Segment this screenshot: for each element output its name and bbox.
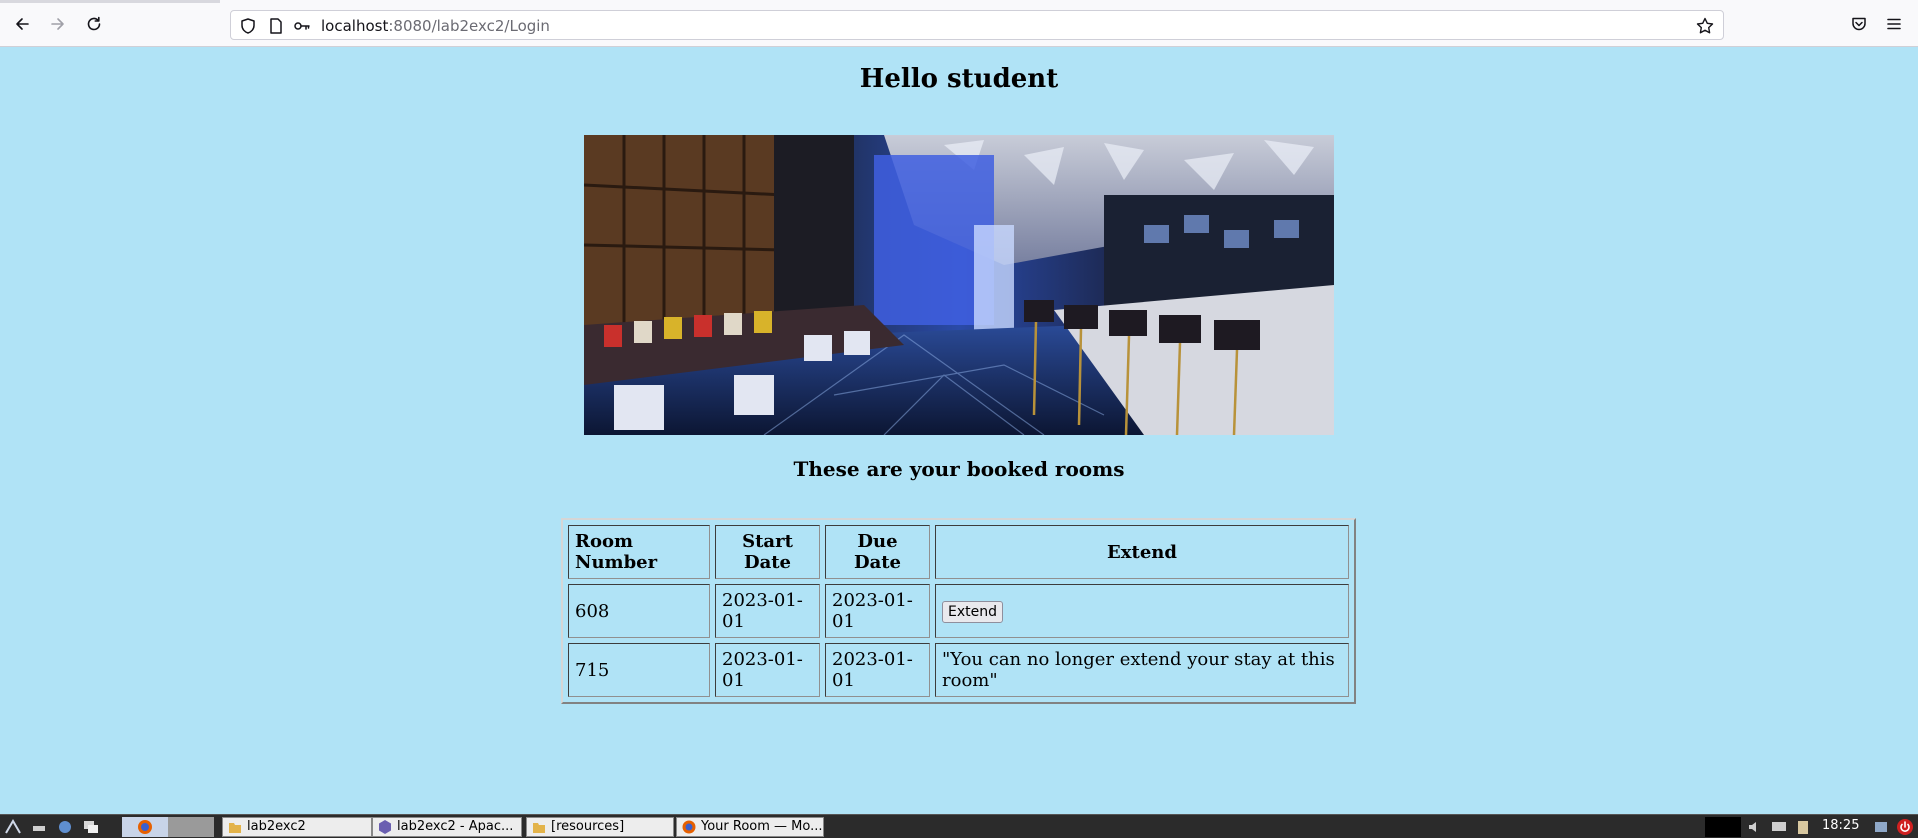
forward-button[interactable] <box>44 10 72 38</box>
power-icon[interactable] <box>1896 818 1914 836</box>
due-date-cell: 2023-01-01 <box>825 643 930 697</box>
page-icon[interactable] <box>267 17 285 35</box>
clipboard-icon[interactable] <box>1794 818 1812 836</box>
user-icon[interactable] <box>1872 818 1890 836</box>
folder-icon <box>229 823 241 833</box>
extend-cell: Extend <box>935 584 1349 638</box>
task-label: lab2exc2 - Apac... <box>397 819 514 834</box>
page-content: Hello student These are your booked room… <box>0 48 1918 814</box>
display-icon[interactable] <box>1770 818 1788 836</box>
volume-icon[interactable] <box>1746 818 1764 836</box>
start-date-cell: 2023-01-01 <box>715 643 820 697</box>
firefox-icon <box>138 820 152 834</box>
eclipse-icon <box>379 820 391 834</box>
pocket-button[interactable] <box>1845 10 1873 38</box>
header-room-number: Room Number <box>568 525 710 579</box>
task-label: Your Room — Mo... <box>701 819 823 834</box>
shield-icon[interactable] <box>239 17 257 35</box>
back-button[interactable] <box>8 10 36 38</box>
url-bar[interactable]: localhost:8080/lab2exc2/Login <box>230 10 1724 40</box>
firefox-icon <box>682 820 696 834</box>
back-arrow-icon <box>16 18 29 30</box>
extend-message-cell: "You can no longer extend your stay at t… <box>935 643 1349 697</box>
extend-button[interactable]: Extend <box>942 600 1003 623</box>
room-number-cell: 715 <box>568 643 710 697</box>
table-header-row: Room Number Start Date Due Date Extend <box>568 525 1349 579</box>
browser-toolbar: localhost:8080/lab2exc2/Login <box>0 0 1918 47</box>
url-host: localhost <box>321 17 389 35</box>
taskbar-task-firefox[interactable]: Your Room — Mo... <box>676 817 824 837</box>
url-path: :8080/lab2exc2/Login <box>388 17 550 35</box>
forward-arrow-icon <box>51 18 64 30</box>
hotel-lounge-image <box>584 135 1334 435</box>
folder-icon <box>533 823 545 833</box>
reload-button[interactable] <box>80 10 108 38</box>
header-start-date: Start Date <box>715 525 820 579</box>
reload-icon <box>87 16 101 31</box>
taskbar-task-resources-folder[interactable]: [resources] <box>526 817 674 837</box>
greeting-heading: Hello student <box>859 64 1059 94</box>
table-row: 608 2023-01-01 2023-01-01 Extend <box>568 584 1349 638</box>
show-desktop-icon[interactable] <box>30 818 48 836</box>
start-date-cell: 2023-01-01 <box>715 584 820 638</box>
quicklaunch-firefox[interactable] <box>122 817 168 837</box>
pocket-icon <box>1852 17 1866 31</box>
task-label: lab2exc2 <box>247 819 306 834</box>
tab-strip-remnant <box>0 0 220 3</box>
app-menu-button[interactable] <box>1880 10 1908 38</box>
due-date-cell: 2023-01-01 <box>825 584 930 638</box>
bookmark-star-icon[interactable] <box>1695 16 1715 36</box>
task-label: [resources] <box>551 819 625 834</box>
clock: 18:25 <box>1822 818 1860 833</box>
taskbar-task-eclipse[interactable]: lab2exc2 - Apac... <box>372 817 522 837</box>
booked-rooms-table: Room Number Start Date Due Date Extend 6… <box>561 518 1356 704</box>
menu-icon <box>1887 18 1901 30</box>
network-icon[interactable] <box>56 818 74 836</box>
taskbar-task-lab2exc2-folder[interactable]: lab2exc2 <box>222 817 372 837</box>
header-extend: Extend <box>935 525 1349 579</box>
header-due-date: Due Date <box>825 525 930 579</box>
desktop-taskbar: lab2exc2 lab2exc2 - Apac... [resources] … <box>0 814 1918 838</box>
table-row: 715 2023-01-01 2023-01-01 "You can no lo… <box>568 643 1349 697</box>
quicklaunch-slot[interactable] <box>168 817 214 837</box>
booked-rooms-heading: These are your booked rooms <box>793 457 1125 481</box>
start-menu-icon[interactable] <box>4 818 22 836</box>
url-text[interactable]: localhost:8080/lab2exc2/Login <box>321 17 550 35</box>
cpu-monitor <box>1705 817 1741 837</box>
room-number-cell: 608 <box>568 584 710 638</box>
window-switcher-icon[interactable] <box>82 818 100 836</box>
key-icon[interactable] <box>293 17 311 35</box>
